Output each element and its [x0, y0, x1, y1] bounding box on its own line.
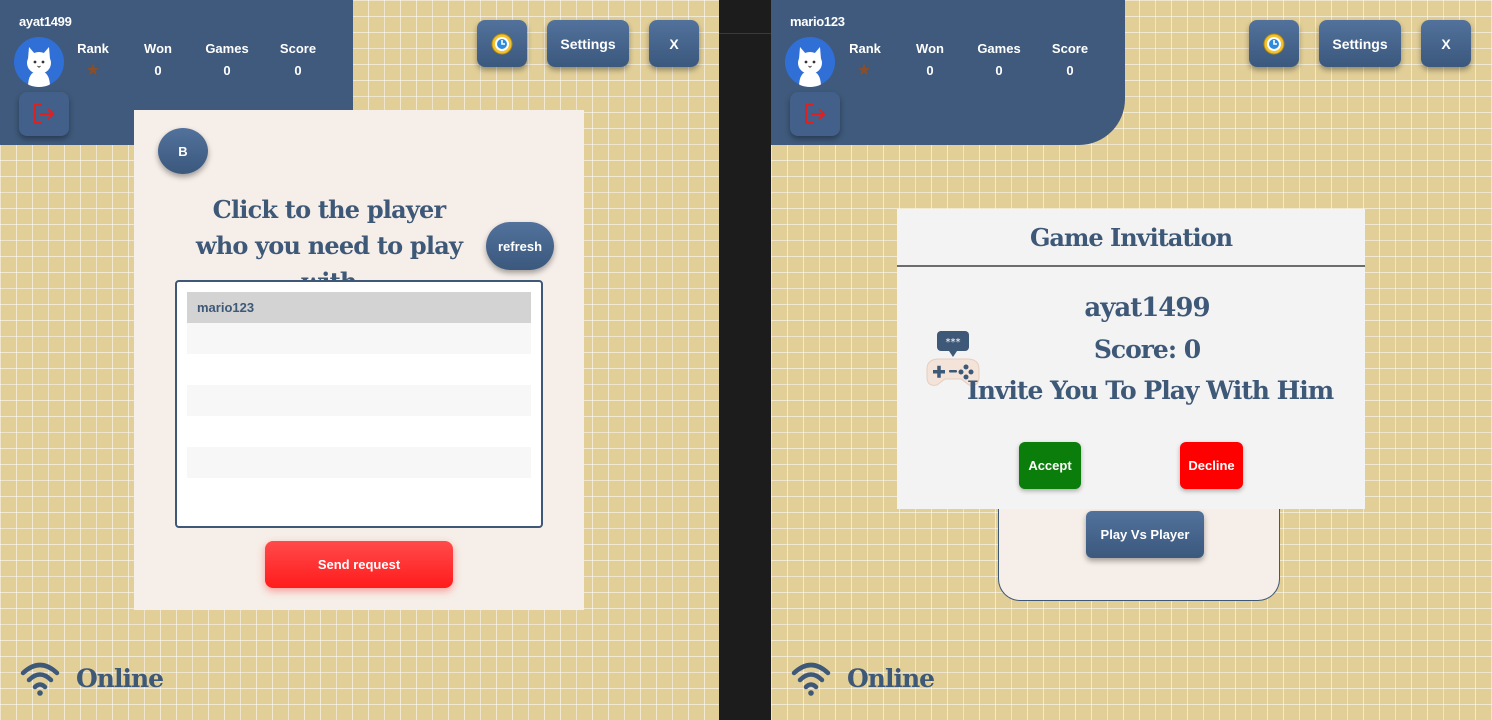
close-button[interactable]: X [649, 20, 699, 67]
stat-score-label: Score [1051, 41, 1089, 56]
invite-message: Invite You To Play With Him [967, 376, 1334, 405]
timer-icon [491, 33, 513, 54]
stat-games-label: Games [205, 41, 249, 56]
stat-won-label: Won [916, 41, 944, 56]
decline-button[interactable]: Decline [1180, 442, 1243, 489]
inviter-name: ayat1499 [1084, 293, 1210, 323]
avatar [14, 37, 64, 87]
player-select-panel: B Click to the player who you need to pl… [134, 110, 584, 610]
stat-score-value: 0 [294, 63, 302, 78]
timer-icon [1263, 33, 1285, 54]
settings-button[interactable]: Settings [547, 20, 629, 67]
list-item[interactable] [187, 354, 531, 385]
player-list-box: mario123 [175, 280, 543, 528]
window-divider [719, 0, 771, 720]
logout-button[interactable] [19, 92, 69, 136]
stat-won-label: Won [144, 41, 172, 56]
avatar [785, 37, 835, 87]
rank-star-icon: ★ [856, 60, 872, 79]
refresh-button[interactable]: refresh [486, 222, 554, 270]
back-button[interactable]: B [158, 128, 208, 174]
connection-status: Online [791, 660, 935, 696]
play-vs-player-button[interactable]: Play Vs Player [1086, 511, 1204, 558]
invitation-dialog: Game Invitation *** ayat1499 Score: 0 In… [897, 209, 1365, 509]
settings-button[interactable]: Settings [1319, 20, 1401, 67]
svg-text:***: *** [946, 337, 961, 348]
player-select-screen: ayat1499 Rank ★ Won 0 Games 0 Score 0 Se… [0, 0, 719, 720]
stat-score-value: 0 [1066, 63, 1074, 78]
wifi-icon [791, 662, 831, 696]
stat-rank-label: Rank [849, 41, 881, 56]
stat-games-value: 0 [995, 63, 1003, 78]
timer-button[interactable] [477, 20, 527, 67]
stat-rank-label: Rank [77, 41, 109, 56]
cat-avatar-icon [785, 37, 835, 87]
stat-score-label: Score [279, 41, 317, 56]
list-item[interactable]: mario123 [187, 292, 531, 323]
inviter-score: Score: 0 [1093, 335, 1201, 364]
logout-button[interactable] [790, 92, 840, 136]
status-label: Online [847, 663, 935, 693]
list-item[interactable] [187, 323, 531, 354]
player-list[interactable]: mario123 [187, 292, 531, 516]
rank-star-icon: ★ [85, 60, 101, 79]
logout-icon [34, 104, 55, 124]
connection-status: Online [20, 660, 164, 696]
list-item[interactable] [187, 416, 531, 447]
close-button[interactable]: X [1421, 20, 1471, 67]
list-item[interactable] [187, 447, 531, 478]
send-request-button[interactable]: Send request [265, 541, 453, 588]
wifi-icon [20, 662, 60, 696]
status-label: Online [76, 663, 164, 693]
stat-won-value: 0 [154, 63, 162, 78]
dialog-title: Game Invitation [897, 209, 1365, 267]
username: ayat1499 [19, 14, 72, 29]
accept-button[interactable]: Accept [1019, 442, 1081, 489]
stat-games-label: Games [977, 41, 1021, 56]
list-item[interactable] [187, 478, 531, 509]
timer-button[interactable] [1249, 20, 1299, 67]
logout-icon [805, 104, 826, 124]
username: mario123 [790, 14, 845, 29]
invitation-screen: mario123 Rank ★ Won 0 Games 0 Score 0 Se… [771, 0, 1492, 720]
stat-won-value: 0 [926, 63, 934, 78]
list-item[interactable] [187, 385, 531, 416]
cat-avatar-icon [14, 37, 64, 87]
stat-games-value: 0 [223, 63, 231, 78]
